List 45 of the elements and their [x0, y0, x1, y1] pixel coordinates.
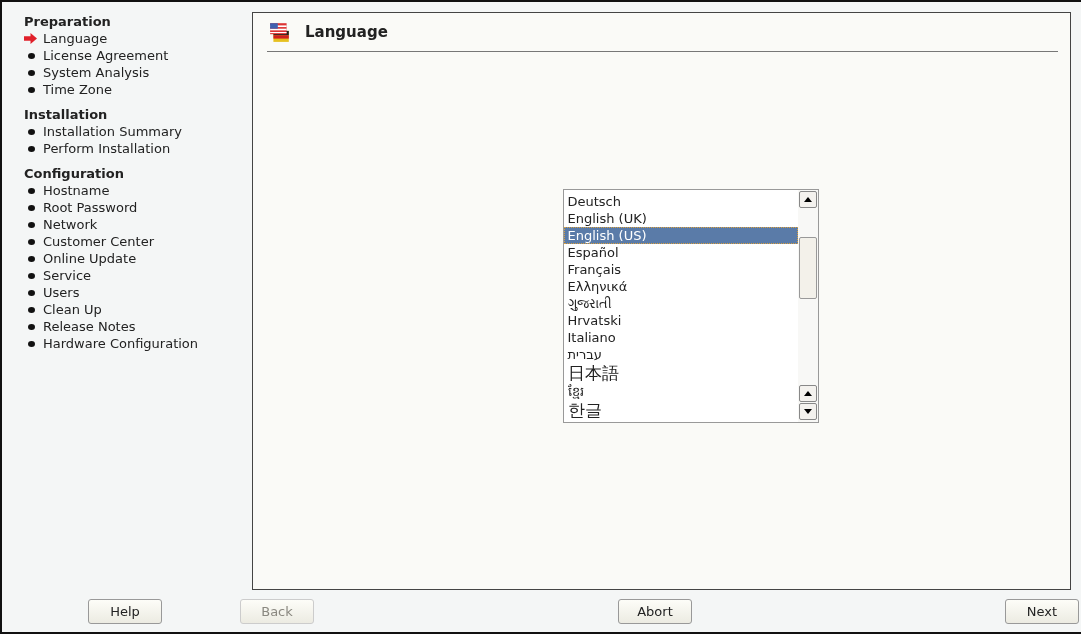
wizard-button[interactable]: Abort	[618, 598, 692, 624]
language-option[interactable]: Deutsch	[563, 192, 798, 210]
page-title: Language	[305, 23, 388, 41]
caret-up-icon	[803, 196, 812, 202]
wizard-button[interactable]: Help	[88, 598, 162, 624]
step-label: Installation Summary	[43, 123, 182, 140]
section-heading: Installation	[24, 107, 109, 123]
language-option[interactable]: עברית	[563, 345, 798, 363]
scroll-up-button[interactable]	[798, 190, 817, 208]
step-label: Language	[43, 30, 108, 47]
language-option[interactable]: 日本語	[563, 362, 798, 383]
language-option[interactable]: ગુજરાતી	[563, 294, 798, 312]
language-option[interactable]: English (UK)	[563, 209, 798, 227]
step-label: Hardware Configuration	[43, 335, 199, 352]
scroll-up-button[interactable]	[798, 384, 817, 402]
scrollbar[interactable]	[797, 189, 818, 422]
scroll-thumb[interactable]	[798, 236, 817, 299]
step-label: Perform Installation	[43, 140, 171, 157]
caret-down-icon	[803, 408, 812, 414]
step-label: License Agreement	[43, 47, 169, 64]
step-label: System Analysis	[43, 64, 150, 81]
language-option[interactable]: Français	[563, 260, 798, 278]
step-label: Service	[43, 267, 92, 284]
language-option[interactable]: 한글	[563, 399, 798, 420]
step-label: Root Password	[43, 199, 138, 216]
wizard-button[interactable]: Next	[1005, 598, 1079, 624]
language-option[interactable]: Ελληνικά	[563, 277, 798, 295]
step-label: Release Notes	[43, 318, 136, 335]
step-label: Hostname	[43, 182, 110, 199]
step-label: Network	[43, 216, 98, 233]
language-option[interactable]: English (US)	[563, 226, 798, 244]
step-label: Customer Center	[43, 233, 155, 250]
step-label: Users	[43, 284, 80, 301]
language-option[interactable]: ខ្មែរ	[563, 382, 798, 400]
step-label: Online Update	[43, 250, 137, 267]
language-option[interactable]: Italiano	[563, 328, 798, 346]
caret-up-icon	[803, 390, 812, 396]
language-option[interactable]: Español	[563, 243, 798, 261]
step-label: Time Zone	[43, 81, 113, 98]
section-heading: Preparation	[24, 14, 112, 30]
step-label: Clean Up	[43, 301, 102, 318]
section-heading: Configuration	[24, 166, 125, 182]
scroll-down-button[interactable]	[798, 402, 817, 420]
flag-icon	[269, 21, 291, 43]
language-option[interactable]: Hrvatski	[563, 311, 798, 329]
